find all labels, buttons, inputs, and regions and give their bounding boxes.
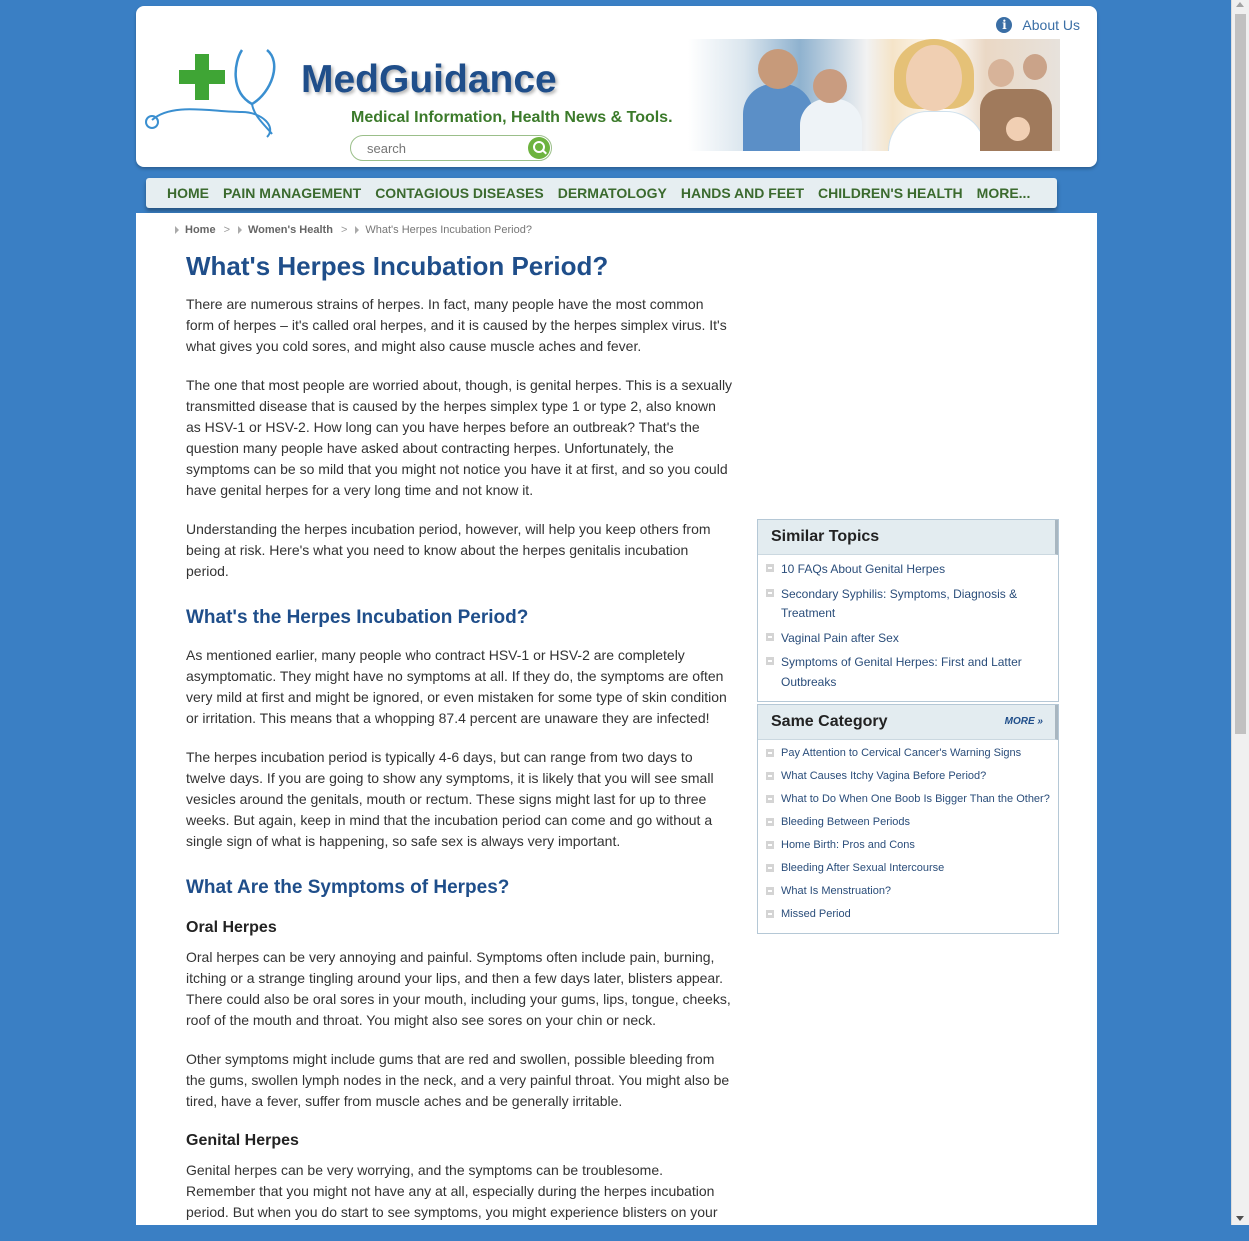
- section-heading: What's the Herpes Incubation Period?: [186, 607, 529, 628]
- bullet-arrow-icon: [766, 910, 774, 918]
- breadcrumb-category[interactable]: Women's Health: [248, 224, 333, 236]
- similar-topic-link[interactable]: Vaginal Pain after Sex: [766, 629, 1050, 649]
- article-paragraph: Genital herpes can be very worrying, and…: [186, 1162, 718, 1220]
- nav-dermatology[interactable]: DERMATOLOGY: [558, 185, 667, 201]
- same-category-link[interactable]: What Is Menstruation?: [766, 883, 1050, 900]
- subsection-heading: Oral Herpes: [186, 919, 277, 936]
- info-icon: i: [996, 17, 1013, 33]
- article-paragraph: The herpes incubation period is typicall…: [186, 749, 714, 849]
- bullet-arrow-icon: [766, 632, 774, 641]
- same-category-title: Same Category: [771, 713, 888, 730]
- site-logo-text[interactable]: MedGuidance: [301, 58, 557, 102]
- vertical-scrollbar[interactable]: [1231, 0, 1249, 1225]
- main-navigation: HOME PAIN MANAGEMENT CONTAGIOUS DISEASES…: [146, 178, 1057, 208]
- breadcrumb-arrow-icon: [238, 226, 242, 234]
- breadcrumb: Home > Women's Health > What's Herpes In…: [175, 224, 532, 236]
- breadcrumb-current: What's Herpes Incubation Period?: [365, 224, 532, 236]
- bullet-arrow-icon: [766, 657, 774, 665]
- same-category-link[interactable]: Home Birth: Pros and Cons: [766, 837, 1050, 854]
- nav-hands-and-feet[interactable]: HANDS AND FEET: [681, 185, 804, 201]
- breadcrumb-separator: >: [223, 224, 230, 236]
- same-category-link[interactable]: What Causes Itchy Vagina Before Period?: [766, 768, 1050, 785]
- breadcrumb-home[interactable]: Home: [185, 224, 216, 236]
- breadcrumb-arrow-icon: [355, 226, 360, 234]
- nav-more[interactable]: MORE...: [977, 185, 1031, 201]
- site-tagline: Medical Information, Health News & Tools…: [351, 109, 673, 126]
- article-paragraph: As mentioned earlier, many people who co…: [186, 647, 727, 726]
- article-paragraph: There are numerous strains of herpes. In…: [186, 296, 727, 354]
- same-category-header: Same Category MORE »: [758, 705, 1058, 740]
- article-paragraph: Understanding the herpes incubation peri…: [186, 521, 711, 579]
- search-input[interactable]: [365, 140, 519, 157]
- article-paragraph: Oral herpes can be very annoying and pai…: [186, 949, 731, 1028]
- about-us-link[interactable]: i About Us: [996, 17, 1080, 33]
- bullet-arrow-icon: [766, 795, 774, 803]
- same-category-link[interactable]: Pay Attention to Cervical Cancer's Warni…: [766, 745, 1050, 762]
- medical-cross-icon: [179, 54, 225, 100]
- breadcrumb-arrow-icon: [175, 226, 179, 234]
- section-heading: What Are the Symptoms of Herpes?: [186, 877, 510, 898]
- breadcrumb-separator: >: [340, 224, 348, 236]
- scrollbar-thumb[interactable]: [1235, 14, 1246, 734]
- same-category-link[interactable]: Bleeding Between Periods: [766, 814, 1050, 831]
- scroll-up-arrow-icon[interactable]: [1236, 2, 1244, 7]
- article-paragraph: The one that most people are worried abo…: [186, 377, 733, 498]
- bullet-arrow-icon: [766, 772, 774, 780]
- about-us-label: About Us: [1022, 17, 1080, 33]
- similar-topic-link[interactable]: 10 FAQs About Genital Herpes: [766, 560, 1050, 580]
- same-category-link[interactable]: Missed Period: [766, 906, 1050, 923]
- nav-contagious-diseases[interactable]: CONTAGIOUS DISEASES: [375, 185, 544, 201]
- search-box: [350, 135, 552, 161]
- similar-topics-header: Similar Topics: [758, 520, 1058, 555]
- header-banner-image: [688, 39, 1060, 151]
- bullet-arrow-icon: [766, 887, 774, 895]
- bullet-arrow-icon: [766, 841, 774, 849]
- bullet-arrow-icon: [766, 564, 774, 572]
- bullet-arrow-icon: [766, 588, 774, 597]
- similar-topics-title: Similar Topics: [771, 528, 880, 545]
- bullet-arrow-icon: [766, 818, 774, 826]
- scroll-down-arrow-icon[interactable]: [1236, 1216, 1244, 1221]
- subsection-heading: Genital Herpes: [186, 1132, 299, 1149]
- search-button-icon[interactable]: [528, 137, 550, 159]
- same-category-link[interactable]: What to Do When One Boob Is Bigger Than …: [766, 791, 1050, 808]
- main-content-area: Home > Women's Health > What's Herpes In…: [136, 213, 1097, 1225]
- bullet-arrow-icon: [766, 864, 774, 872]
- same-category-link[interactable]: Bleeding After Sexual Intercourse: [766, 860, 1050, 877]
- similar-topic-link[interactable]: Symptoms of Genital Herpes: First and La…: [766, 653, 1050, 692]
- nav-home[interactable]: HOME: [167, 185, 209, 201]
- similar-topics-box: Similar Topics 10 FAQs About Genital Her…: [757, 519, 1059, 702]
- article-paragraph: Other symptoms might include gums that a…: [186, 1051, 730, 1109]
- article-body: What's Herpes Incubation Period? There a…: [186, 251, 734, 1241]
- same-category-box: Same Category MORE » Pay Attention to Ce…: [757, 704, 1059, 934]
- similar-topic-link[interactable]: Secondary Syphilis: Symptoms, Diagnosis …: [766, 585, 1050, 624]
- bullet-arrow-icon: [766, 749, 774, 757]
- nav-pain-management[interactable]: PAIN MANAGEMENT: [223, 185, 361, 201]
- more-link[interactable]: MORE »: [1005, 716, 1043, 727]
- nav-childrens-health[interactable]: CHILDREN'S HEALTH: [818, 185, 963, 201]
- site-header: i About Us MedGuidance Medical Informati…: [136, 6, 1097, 167]
- article-title: What's Herpes Incubation Period?: [186, 251, 609, 281]
